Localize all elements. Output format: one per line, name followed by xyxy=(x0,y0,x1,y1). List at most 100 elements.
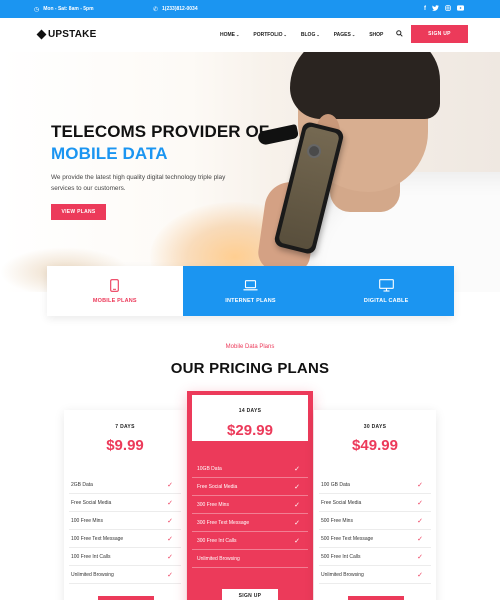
nav-item-label: BLOG xyxy=(300,32,316,38)
nav-item-label: PORTFOLIO xyxy=(253,32,283,38)
list-item: 300 Free Text Message ✓ xyxy=(192,514,308,532)
list-item: 300 Free Int Calls ✓ xyxy=(192,532,308,550)
plan-card-30-days: 30 DAYS $49.99 100 GB Data ✓ Free Social … xyxy=(314,410,436,600)
list-item: Unlimited Browsing ✓ xyxy=(69,566,181,584)
feature-label: 2GB Data xyxy=(71,481,93,488)
pricing-title: OUR PRICING PLANS xyxy=(170,360,330,377)
list-item: 500 Free Int Calls ✓ xyxy=(319,548,431,566)
check-icon: ✓ xyxy=(417,517,423,525)
plan-signup-button[interactable]: SIGN UP xyxy=(222,589,278,600)
list-item: 100 Free Mins ✓ xyxy=(69,512,181,530)
plan-duration: 14 DAYS xyxy=(238,408,262,414)
logo[interactable]: UPSTAKE xyxy=(36,29,96,40)
chevron-down-icon: ⌄ xyxy=(316,32,320,37)
check-icon: ✓ xyxy=(167,517,173,525)
tab-internet-plans[interactable]: INTERNET PLANS xyxy=(182,266,319,316)
hero-person-hair xyxy=(290,52,440,119)
feature-label: 100 GB Data xyxy=(321,481,350,488)
nav-item-label: HOME xyxy=(220,32,235,38)
hero-description: We provide the latest high quality digit… xyxy=(51,174,226,192)
list-item: 300 Free Mins ✓ xyxy=(192,496,308,514)
check-icon: ✓ xyxy=(417,499,423,507)
plan-price: $49.99 xyxy=(352,437,398,454)
phone-info[interactable]: ✆ 1(233)812-0034 xyxy=(153,0,198,18)
feature-label: 300 Free Mins xyxy=(197,501,229,508)
list-item: 10GB Data ✓ xyxy=(192,460,308,478)
feature-label: 500 Free Mins xyxy=(321,517,353,524)
phone-text: 1(233)812-0034 xyxy=(162,6,198,12)
plan-card-7-days: 7 DAYS $9.99 2GB Data ✓ Free Social Media… xyxy=(64,410,186,600)
chevron-down-icon: ⌄ xyxy=(351,32,356,37)
youtube-icon[interactable] xyxy=(457,5,464,13)
check-icon: ✓ xyxy=(294,483,300,491)
tab-label: INTERNET PLANS xyxy=(225,298,276,304)
facebook-icon[interactable]: f xyxy=(424,6,426,12)
check-icon: ✓ xyxy=(167,499,173,507)
check-icon: ✓ xyxy=(167,571,173,579)
main-nav: UPSTAKE HOME⌄ PORTFOLIO⌄ BLOG⌄ PAGES⌄ SH… xyxy=(0,18,500,52)
check-icon: ✓ xyxy=(417,553,423,561)
check-icon: ✓ xyxy=(294,537,300,545)
check-icon: ✓ xyxy=(417,571,423,579)
nav-item-shop[interactable]: SHOP xyxy=(369,32,383,38)
phone-icon: ✆ xyxy=(153,6,159,13)
plan-signup-button[interactable] xyxy=(98,596,154,600)
logo-mark-icon xyxy=(36,29,47,40)
chevron-down-icon: ⌄ xyxy=(283,32,287,37)
plan-price: $29.99 xyxy=(227,422,273,439)
check-icon: ✓ xyxy=(167,481,173,489)
plan-price: $9.99 xyxy=(106,437,144,454)
top-bar: ◷ Mon - Sat: 8am - 5pm ✆ 1(233)812-0034 … xyxy=(0,0,500,18)
tab-digital-cable[interactable]: DIGITAL CABLE xyxy=(318,266,455,316)
check-icon: ✓ xyxy=(167,553,173,561)
laptop-icon xyxy=(243,278,258,292)
feature-label: Free Social Media xyxy=(71,499,112,506)
tab-mobile-plans[interactable]: MOBILE PLANS xyxy=(47,266,183,316)
check-icon: ✓ xyxy=(417,481,423,489)
menu: HOME⌄ PORTFOLIO⌄ BLOG⌄ PAGES⌄ SHOP xyxy=(220,18,383,52)
feature-label: 500 Free Text Message xyxy=(321,535,374,542)
list-item: Free Social Media ✓ xyxy=(192,478,308,496)
hero-title-line2: MOBILE DATA xyxy=(51,144,168,163)
nav-item-blog[interactable]: BLOG⌄ xyxy=(301,32,320,38)
feature-label: Unlimited Browsing xyxy=(71,571,114,578)
feature-label: 300 Free Text Message xyxy=(197,519,250,526)
list-item: 500 Free Mins ✓ xyxy=(319,512,431,530)
feature-label: 10GB Data xyxy=(197,465,222,472)
feature-label: 500 Free Int Calls xyxy=(321,553,361,560)
hours-info: ◷ Mon - Sat: 8am - 5pm xyxy=(34,0,94,18)
mobile-icon xyxy=(110,278,120,292)
instagram-icon[interactable] xyxy=(445,5,451,13)
list-item: 2GB Data ✓ xyxy=(69,476,181,494)
service-tabs: MOBILE PLANS INTERNET PLANS DIGITAL CABL… xyxy=(47,266,455,316)
view-plans-button[interactable]: VIEW PLANS xyxy=(51,204,106,220)
feature-label: Free Social Media xyxy=(197,483,238,490)
hero-title-line1: TELECOMS PROVIDER OF xyxy=(51,122,270,141)
pricing-tagline: Mobile Data Plans xyxy=(225,344,275,350)
nav-item-portfolio[interactable]: PORTFOLIO⌄ xyxy=(253,32,287,38)
plan-duration: 7 DAYS xyxy=(115,424,135,430)
plan-card-14-days: 14 DAYS $29.99 10GB Data ✓ Free Social Me… xyxy=(187,391,313,600)
nav-item-label: SHOP xyxy=(369,32,384,38)
monitor-icon xyxy=(378,278,394,292)
list-item: Unlimited Browsing xyxy=(192,550,308,568)
nav-item-pages[interactable]: PAGES⌄ xyxy=(334,32,356,38)
nav-item-home[interactable]: HOME⌄ xyxy=(220,32,239,38)
hours-text: Mon - Sat: 8am - 5pm xyxy=(43,6,94,12)
social-links: f xyxy=(424,0,464,18)
twitter-icon[interactable] xyxy=(432,5,439,13)
list-item: Free Social Media ✓ xyxy=(319,494,431,512)
plan-signup-button[interactable] xyxy=(348,596,404,600)
feature-label: 100 Free Int Calls xyxy=(71,553,111,560)
check-icon: ✓ xyxy=(294,501,300,509)
list-item: 100 GB Data ✓ xyxy=(319,476,431,494)
feature-label: Unlimited Browsing xyxy=(197,555,240,562)
nav-item-label: PAGES xyxy=(333,32,351,38)
check-icon: ✓ xyxy=(294,465,300,473)
feature-label: Free Social Media xyxy=(321,499,362,506)
check-icon: ✓ xyxy=(294,519,300,527)
signup-button[interactable]: SIGN UP xyxy=(411,25,468,43)
search-icon[interactable] xyxy=(396,30,403,39)
list-item: 500 Free Text Message ✓ xyxy=(319,530,431,548)
plan-features: 2GB Data ✓ Free Social Media ✓ 100 Free Mi… xyxy=(69,476,181,584)
